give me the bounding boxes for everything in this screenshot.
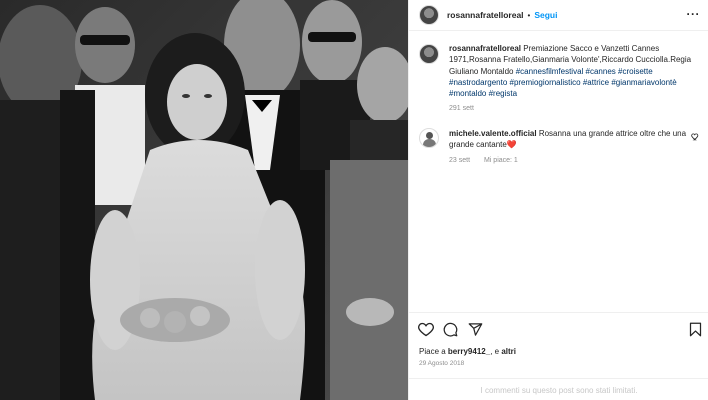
author-avatar[interactable] [419,5,439,25]
bookmark-icon[interactable] [689,322,702,337]
caption-avatar[interactable] [419,44,439,64]
comment-icon[interactable] [443,322,458,337]
commenter-username[interactable]: michele.valente.official [449,129,537,138]
post-actions [409,312,708,342]
comment-likes[interactable]: Mi piace: 1 [484,157,518,164]
post-photo[interactable] [0,0,408,400]
comment-heart-icon[interactable] [691,132,700,141]
caption-time[interactable]: 291 sett [449,103,701,114]
caption-body: rosannafratelloreal Premiazione Sacco e … [449,43,701,115]
commenter-avatar[interactable] [419,128,439,148]
post-sidebar: rosannafratelloreal • Segui ··· rosannaf… [408,0,708,400]
likes-user[interactable]: berry9412_ [448,347,490,356]
share-icon[interactable] [468,322,483,337]
likes-middle: e [494,347,500,356]
more-options-icon[interactable]: ··· [687,8,701,20]
post-date[interactable]: 29 Agosto 2018 [419,360,464,367]
comments-limited-notice: I commenti su questo post sono stati lim… [409,378,708,400]
separator-dot: • [527,10,531,20]
comment-item: michele.valente.official Rosanna una gra… [419,128,701,166]
post-header: rosannafratelloreal • Segui ··· [409,0,708,31]
likes-others[interactable]: altri [501,347,516,356]
author-username[interactable]: rosannafratelloreal [447,10,524,20]
photo-illustration [0,0,408,400]
caption-username[interactable]: rosannafratelloreal [449,44,521,53]
comment-body: michele.valente.official Rosanna una gra… [449,128,689,166]
post-caption: rosannafratelloreal Premiazione Sacco e … [419,43,701,115]
likes-prefix: Piace a [419,347,446,356]
heart-icon[interactable] [418,322,434,337]
follow-button[interactable]: Segui [534,10,557,20]
comment-meta: 23 sett Mi piace: 1 [449,155,689,166]
likes-summary: Piace a berry9412_, e altri [419,347,516,356]
comment-time[interactable]: 23 sett [449,157,470,164]
